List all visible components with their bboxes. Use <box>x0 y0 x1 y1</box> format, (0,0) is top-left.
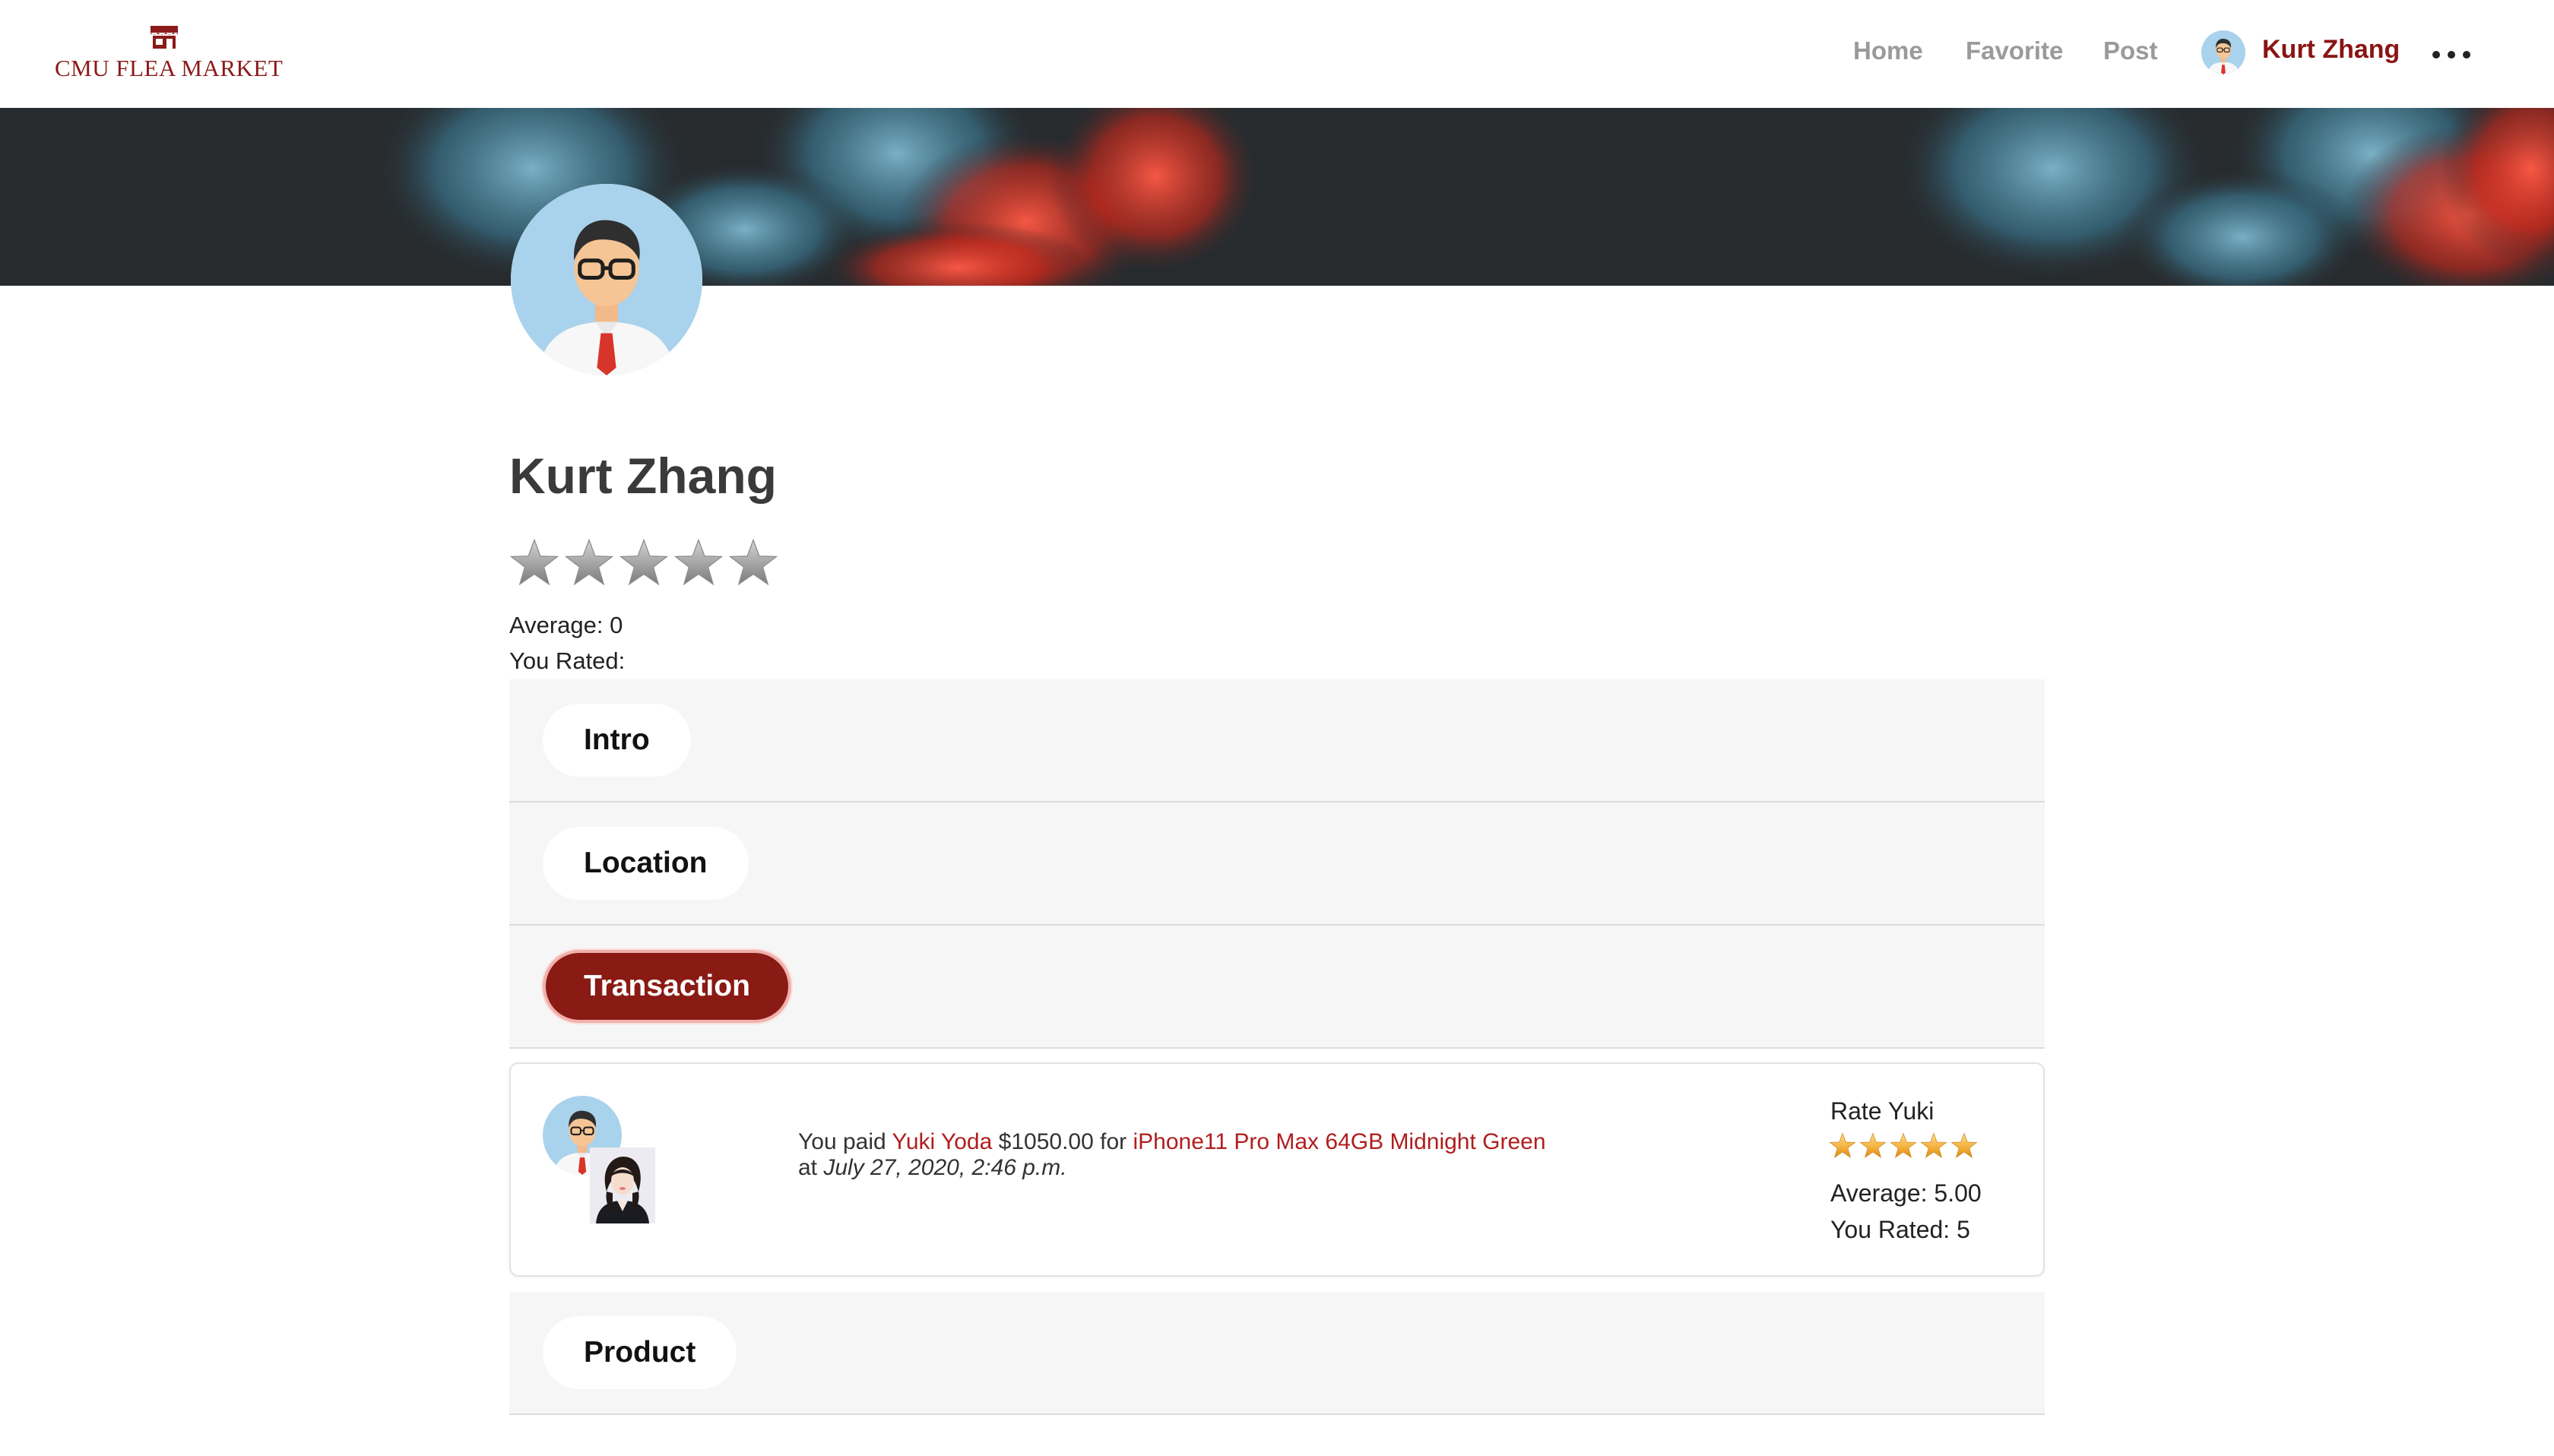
transaction-section: Transaction <box>509 926 2045 1049</box>
counterparty-link[interactable]: Yuki Yoda <box>892 1129 992 1154</box>
profile-star-icon-4[interactable] <box>673 538 724 588</box>
transaction-at: at <box>798 1155 818 1180</box>
profile-avatar <box>511 184 702 375</box>
profile-star-icon-1[interactable] <box>509 538 559 588</box>
rate-user-star-icon-3[interactable] <box>1890 1132 1917 1160</box>
store-icon <box>151 26 178 49</box>
rate-user-star-icon-2[interactable] <box>1859 1132 1887 1160</box>
nav-user-avatar[interactable] <box>2201 30 2245 74</box>
rate-user-star-icon-1[interactable] <box>1829 1132 1856 1160</box>
location-section: Location <box>509 802 2045 926</box>
rate-user-title: Rate Yuki <box>1830 1097 1935 1125</box>
profile-rating-stars[interactable] <box>509 538 778 588</box>
transaction-date: July 27, 2020, 2:46 p.m. <box>823 1155 1067 1180</box>
smoke-banner-image <box>0 108 2554 286</box>
item-link[interactable]: iPhone11 Pro Max 64GB Midnight Green <box>1133 1129 1545 1154</box>
intro-tab[interactable]: Intro <box>543 704 691 777</box>
rate-user-stars[interactable] <box>1829 1132 1978 1160</box>
rate-user-star-icon-5[interactable] <box>1950 1132 1978 1160</box>
brand-name: CMU FLEA MARKET <box>55 55 284 81</box>
profile-name: Kurt Zhang <box>509 448 777 504</box>
transaction-time: at July 27, 2020, 2:46 p.m. <box>798 1155 1067 1181</box>
profile-you-rated: You Rated: <box>509 647 626 674</box>
more-horizontal-icon[interactable] <box>2432 40 2470 70</box>
nav-post-link[interactable]: Post <box>2103 36 2158 65</box>
profile-average-rating: Average: 0 <box>509 612 623 638</box>
rate-user-star-icon-4[interactable] <box>1920 1132 1947 1160</box>
product-tab[interactable]: Product <box>543 1316 737 1389</box>
rate-user-average: Average: 5.00 <box>1830 1179 1982 1207</box>
brand-logo[interactable]: CMU FLEA MARKET <box>55 24 283 85</box>
product-section: Product <box>509 1292 2045 1415</box>
nav-home-link[interactable]: Home <box>1853 36 1923 65</box>
transaction-tab[interactable]: Transaction <box>543 950 791 1023</box>
nav-user-name[interactable]: Kurt Zhang <box>2262 35 2400 65</box>
nav-favorite-link[interactable]: Favorite <box>1966 36 2063 65</box>
transaction-summary: You paid Yuki Yoda $1050.00 for iPhone11… <box>798 1129 1546 1155</box>
profile-star-icon-5[interactable] <box>728 538 778 588</box>
profile-star-icon-3[interactable] <box>619 538 669 588</box>
top-navbar: CMU FLEA MARKET Home Favorite Post Kurt … <box>0 0 2554 108</box>
rate-user-you-rated: You Rated: 5 <box>1830 1216 1970 1243</box>
transaction-amount: $1050.00 for <box>998 1129 1127 1154</box>
profile-star-icon-2[interactable] <box>564 538 614 588</box>
transaction-card: You paid Yuki Yoda $1050.00 for iPhone11… <box>509 1062 2045 1277</box>
location-tab[interactable]: Location <box>543 827 749 900</box>
seller-avatar[interactable] <box>590 1147 655 1223</box>
profile-banner <box>0 108 2554 286</box>
transaction-prefix: You paid <box>798 1129 886 1154</box>
intro-section: Intro <box>509 679 2045 802</box>
